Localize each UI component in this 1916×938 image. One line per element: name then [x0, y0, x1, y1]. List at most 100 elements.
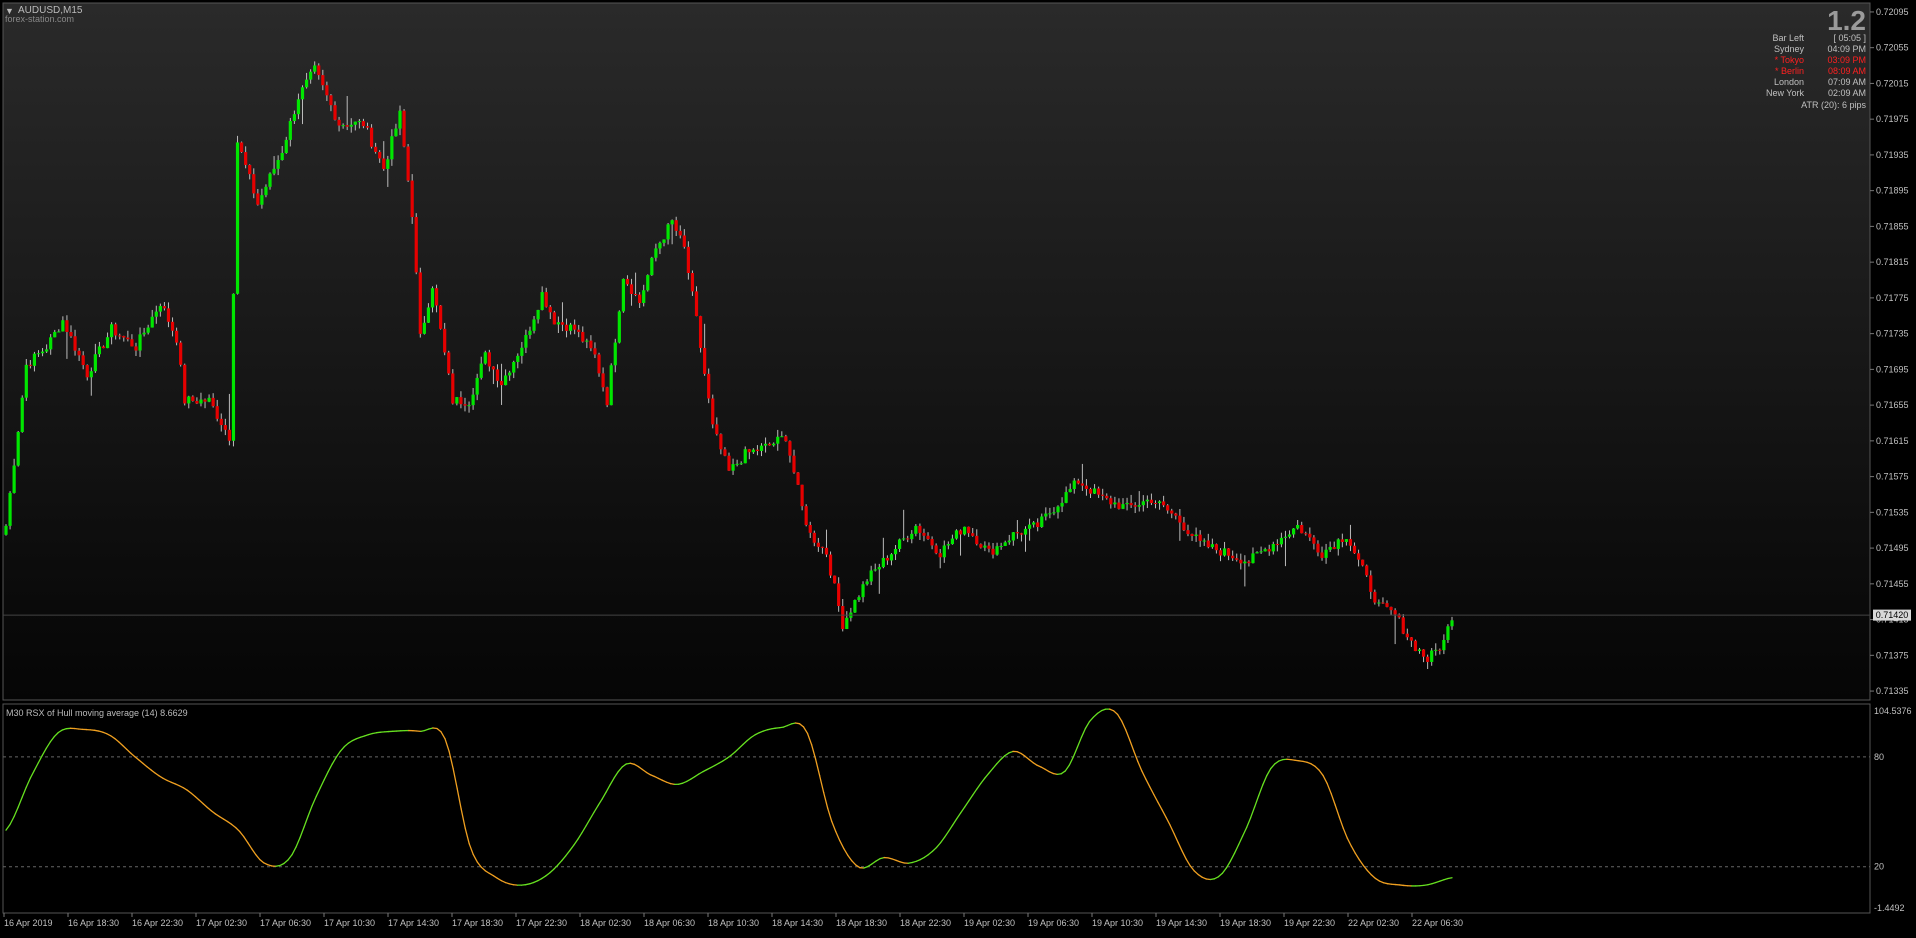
candle-body: [1272, 544, 1275, 551]
time-tick-label: 17 Apr 10:30: [324, 918, 375, 928]
candle-body: [829, 555, 832, 576]
candle-body: [203, 400, 206, 402]
candle-body: [658, 243, 661, 249]
candle-body: [175, 331, 178, 343]
candle-body: [1337, 539, 1340, 549]
candle-body: [147, 328, 150, 333]
candle-body: [1215, 544, 1218, 550]
candle-body: [906, 538, 909, 539]
candle-body: [41, 352, 44, 354]
candle-body: [390, 136, 393, 159]
candle-body: [337, 120, 340, 126]
candle-body: [801, 485, 804, 506]
candle-body: [378, 152, 381, 159]
price-tick-label: 0.71335: [1876, 686, 1909, 696]
candle-body: [768, 444, 771, 446]
candle-body: [1259, 551, 1262, 552]
candle-body: [1255, 552, 1258, 553]
candle-body: [683, 235, 686, 246]
candle-body: [837, 583, 840, 606]
candle-body: [983, 546, 986, 548]
candle-body: [1012, 532, 1015, 540]
time-tick-label: 16 Apr 2019: [4, 918, 53, 928]
candle-body: [890, 554, 893, 560]
candle-body: [833, 576, 836, 584]
time-tick-label: 19 Apr 10:30: [1092, 918, 1143, 928]
candle-body: [788, 441, 791, 455]
time-tick-label: 16 Apr 18:30: [68, 918, 119, 928]
candle-body: [951, 539, 954, 545]
candle-body: [386, 159, 389, 169]
info-row-label: London: [1774, 77, 1804, 87]
candle-body: [614, 343, 617, 366]
candle-body: [821, 547, 824, 548]
candle-body: [703, 348, 706, 374]
candle-body: [463, 404, 466, 405]
candle-body: [134, 346, 137, 350]
candle-body: [443, 329, 446, 353]
candle-body: [1385, 603, 1388, 607]
candle-body: [504, 375, 507, 385]
candle-body: [207, 398, 210, 402]
candle-body: [1174, 514, 1177, 516]
candle-body: [268, 174, 271, 187]
time-tick-label: 19 Apr 22:30: [1284, 918, 1335, 928]
candle-body: [699, 316, 702, 348]
trading-chart: 0.720950.720550.720150.719750.719350.718…: [0, 0, 1916, 933]
candle-body: [1089, 489, 1092, 494]
candle-body: [1028, 525, 1031, 529]
indicator-scale-top: 104.5376: [1874, 706, 1912, 716]
candle-body: [646, 275, 649, 290]
info-row-label: * Tokyo: [1775, 55, 1804, 65]
info-row-value: 08:09 AM: [1828, 66, 1866, 76]
watermark: forex-station.com: [5, 14, 74, 24]
candle-body: [1345, 539, 1348, 542]
price-tick-label: 0.71775: [1876, 293, 1909, 303]
candle-body: [1162, 501, 1165, 505]
candle-body: [601, 373, 604, 387]
candle-body: [114, 324, 117, 335]
candle-body: [902, 538, 905, 539]
candle-body: [813, 533, 816, 543]
candle-body: [102, 346, 105, 348]
candle-body: [61, 320, 64, 331]
candle-body: [516, 356, 519, 362]
candle-body: [1077, 481, 1080, 484]
price-pane[interactable]: [3, 3, 1870, 700]
candle-body: [1182, 523, 1185, 531]
info-atr: ATR (20): 6 pips: [1801, 100, 1866, 110]
candle-body: [37, 353, 40, 354]
candle-body: [382, 158, 385, 168]
candle-body: [585, 341, 588, 342]
candle-body: [159, 306, 162, 312]
candle-body: [577, 330, 580, 332]
candle-body: [1410, 637, 1413, 640]
candle-body: [1235, 558, 1238, 560]
candle-body: [805, 506, 808, 525]
candle-body: [618, 311, 621, 342]
candle-body: [151, 317, 154, 328]
candle-body: [1052, 512, 1055, 513]
candle-body: [817, 543, 820, 547]
price-tick-label: 0.71535: [1876, 507, 1909, 517]
candle-body: [289, 121, 292, 140]
candle-body: [86, 365, 89, 377]
candle-body: [212, 398, 215, 406]
indicator-pane[interactable]: [3, 704, 1870, 913]
candle-body: [1056, 507, 1059, 513]
candle-body: [1341, 539, 1344, 542]
candle-body: [1446, 626, 1449, 640]
candle-body: [439, 305, 442, 328]
candle-body: [342, 125, 345, 126]
candle-body: [634, 294, 637, 295]
candle-body: [1268, 549, 1271, 551]
candle-body: [1243, 562, 1246, 564]
candle-body: [606, 387, 609, 405]
candle-body: [1113, 502, 1116, 504]
candle-body: [220, 419, 223, 425]
candle-body: [1402, 617, 1405, 633]
candle-body: [281, 153, 284, 160]
candle-body: [870, 571, 873, 582]
candle-body: [1146, 500, 1149, 502]
candle-body: [293, 114, 296, 121]
